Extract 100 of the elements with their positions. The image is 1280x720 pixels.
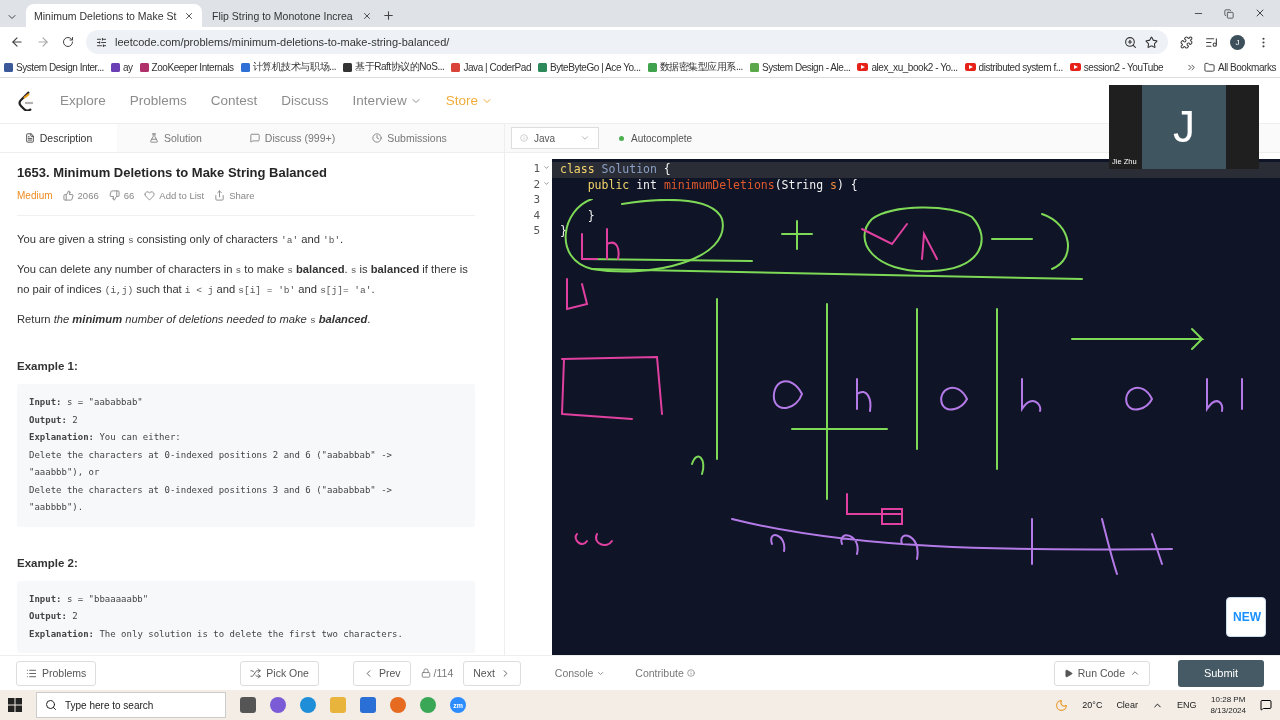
panel-tab[interactable]: Submissions [351, 124, 468, 152]
address-bar[interactable]: leetcode.com/problems/minimum-deletions-to-make-string-balanced/ [86, 30, 1168, 54]
panel-tab[interactable]: Solution [117, 124, 234, 152]
bookmark[interactable]: alex_xu_book2 - Yo... [857, 61, 958, 73]
add-to-list-button[interactable]: Add to List [144, 190, 205, 201]
browser-tab[interactable]: Flip String to Monotone Increa [204, 4, 380, 27]
bookmark[interactable]: distributed system f... [964, 61, 1063, 73]
bookmark[interactable]: ay [110, 61, 133, 73]
shuffle-icon [250, 667, 262, 679]
share-button[interactable]: Share [214, 190, 255, 201]
heart-icon [144, 190, 156, 201]
example-heading: Example 1: [17, 360, 79, 372]
windows-start-icon[interactable] [8, 698, 22, 712]
code-line: public int minimumDeletions(String s) { [586, 177, 859, 193]
example-line: Input: s = "bbaaaaabb" [29, 592, 150, 606]
example-line: Delete the characters at 0-indexed positions 3 and 6 ("aababbab" -> [29, 483, 394, 497]
share-icon [214, 190, 226, 201]
example-line: Explanation: The only solution is to delete the first two characters. [29, 627, 404, 641]
fold-icon [543, 164, 550, 171]
close-icon[interactable] [1254, 7, 1266, 19]
line-number: 1 [505, 162, 552, 178]
example-line: "aabbbb"). [29, 501, 85, 514]
like-button[interactable]: 2066 [62, 190, 99, 201]
info-icon [686, 669, 695, 677]
panel-tab[interactable]: Description [0, 124, 117, 152]
submit-button[interactable]: Submit [1178, 659, 1264, 687]
close-icon [184, 10, 194, 21]
example-line: Output: 2 [29, 610, 79, 623]
code-line: } [559, 224, 568, 240]
example-heading: Example 2: [17, 556, 79, 569]
bookmark[interactable]: 计算机技术与职场... [240, 60, 337, 74]
run-code-button[interactable]: Run Code [1053, 660, 1150, 686]
avatar-tile: J [1142, 85, 1226, 169]
all-bookmarks[interactable]: All Bookmarks [1203, 61, 1276, 73]
bookmark[interactable]: ByteByteGo | Ace Yo... [538, 61, 641, 73]
difficulty-label: Medium [17, 190, 53, 201]
site-settings-icon [96, 36, 107, 48]
forward-icon[interactable] [36, 35, 50, 49]
contribute-link[interactable]: Contribute [635, 667, 695, 679]
taskbar-search-field[interactable]: Type here to search [36, 692, 226, 718]
problem-counter: /114 [420, 667, 454, 679]
bookmark[interactable]: Java | CoderPad [451, 61, 531, 73]
panel-tab[interactable]: Discuss (999+) [234, 124, 351, 152]
bookmark[interactable]: System Design - Ale... [749, 61, 851, 73]
notifications-icon[interactable] [1260, 699, 1272, 711]
chevron-up-icon [1130, 668, 1140, 678]
console-button[interactable]: Console [554, 667, 606, 679]
language-select[interactable]: Java [511, 127, 599, 149]
weather-icon [1055, 698, 1069, 712]
line-number: 3 [532, 193, 541, 208]
bookmark[interactable]: 基于Raft协议的NoS... [343, 60, 445, 74]
bookmark[interactable]: session2 - YouTube [1069, 61, 1164, 73]
new-tab-icon[interactable] [382, 9, 395, 22]
line-number: 5 [532, 224, 541, 239]
temperature-text: 20°C [1082, 700, 1103, 710]
star-icon [1145, 35, 1158, 49]
zoom-icon [1124, 35, 1137, 49]
close-icon [362, 10, 372, 21]
clock-icon [372, 133, 383, 143]
nav-link[interactable]: Explore [60, 93, 106, 108]
problems-button[interactable]: Problems [16, 660, 97, 686]
url-text: leetcode.com/problems/minimum-deletions-to-make-string-balanced/ [115, 36, 450, 48]
description-paragraph: Return the minimum number of deletions needed to make s balanced. [17, 312, 372, 328]
nav-link[interactable]: Contest [210, 93, 258, 108]
lock-icon [420, 668, 431, 678]
bookmark[interactable]: System Design Inter... [4, 61, 104, 73]
extensions-icon[interactable] [1180, 35, 1193, 49]
language-indicator[interactable]: ENG [1176, 700, 1197, 710]
weather-text: Clear [1116, 700, 1138, 710]
example-line: "aaabbb"), or [29, 466, 101, 479]
prev-button[interactable]: Prev [352, 660, 411, 686]
profile-avatar[interactable]: J [1230, 34, 1245, 50]
reload-icon[interactable] [62, 36, 74, 48]
chat-icon [249, 133, 260, 143]
line-number: 4 [532, 208, 541, 224]
line-number: 2 [505, 177, 552, 193]
restore-icon[interactable] [1224, 9, 1234, 19]
next-button[interactable]: Next [463, 660, 521, 686]
taskbar-clock[interactable]: 10:28 PM 8/13/2024 [1210, 694, 1246, 716]
dislike-button[interactable]: 66 [108, 190, 135, 201]
example-line: Delete the characters at 0-indexed positions 2 and 6 ("aababbab" -> [29, 448, 394, 462]
chevron-down-icon [580, 133, 590, 143]
browser-tab[interactable]: Minimum Deletions to Make St [26, 4, 202, 27]
thumbs-down-icon [108, 190, 120, 201]
bookmark[interactable]: ZooKeeper Internals [139, 61, 234, 73]
problem-title: 1653. Minimum Deletions to Make String Balanced [17, 165, 328, 180]
flask-icon [149, 133, 159, 143]
play-icon [1063, 668, 1073, 678]
example-line: Input: s = "aababbab" [29, 396, 144, 409]
example-line: Output: 2 [29, 413, 79, 427]
media-icon[interactable] [1205, 35, 1218, 49]
logo-icon [18, 90, 36, 111]
back-icon[interactable] [10, 35, 24, 49]
nav-link[interactable]: Discuss [281, 93, 329, 108]
thumbs-up-icon [62, 190, 74, 201]
pick-one-button[interactable]: Pick One [240, 660, 319, 686]
list-icon [26, 667, 37, 679]
bookmark[interactable]: 数据密集型应用系... [647, 60, 743, 74]
autocomplete-toggle[interactable]: Autocomplete [619, 132, 693, 144]
example-line: Explanation: You can either: [29, 431, 182, 444]
